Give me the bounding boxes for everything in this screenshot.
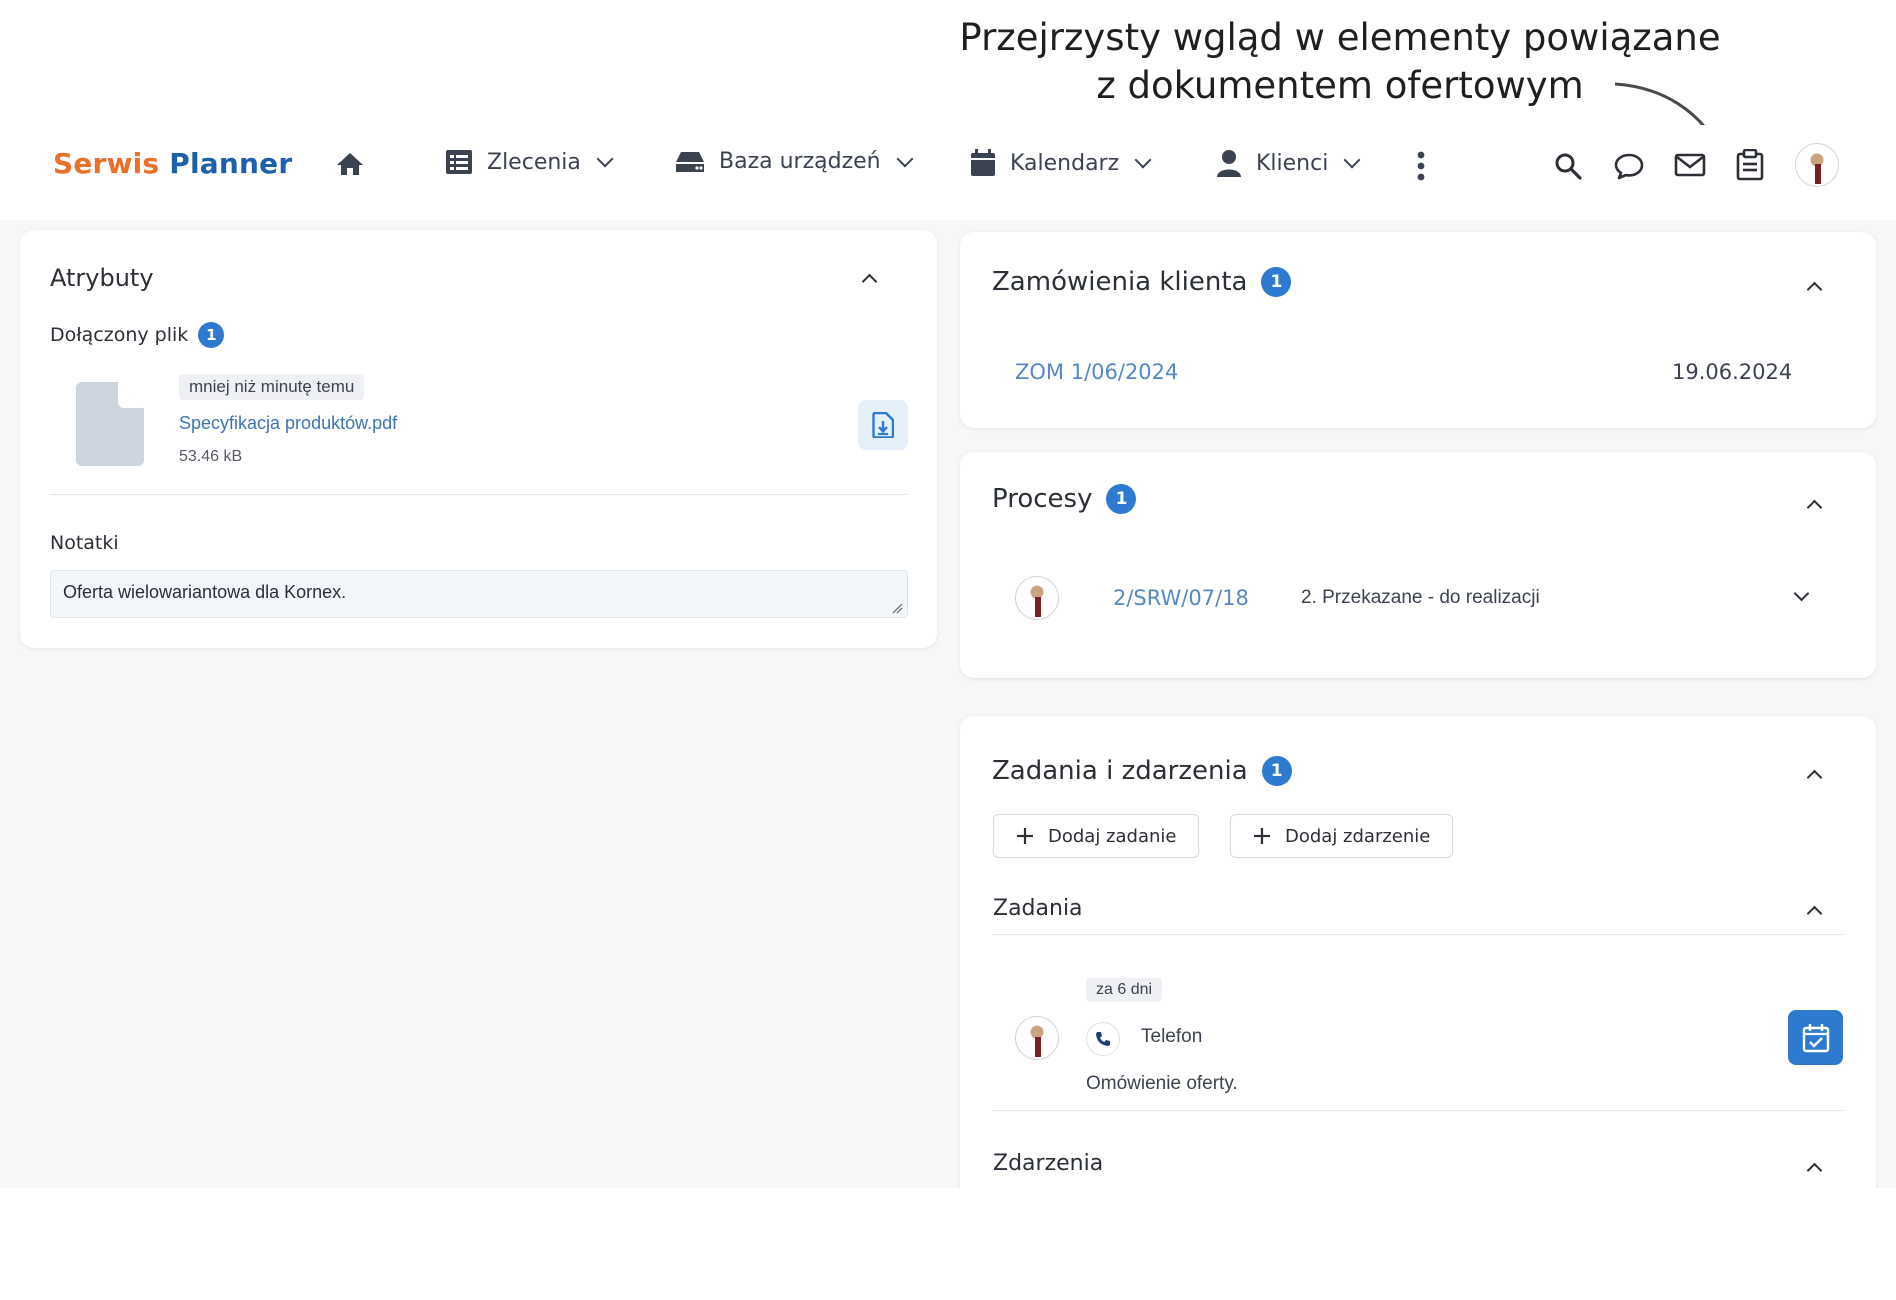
- add-event-button[interactable]: Dodaj zdarzenie: [1230, 814, 1454, 858]
- search-button[interactable]: [1554, 152, 1582, 185]
- order-date: 19.06.2024: [1672, 360, 1793, 384]
- tasks-button[interactable]: [1736, 148, 1764, 186]
- logo-part-planner: Planner: [169, 147, 293, 180]
- file-download-icon: [872, 412, 894, 438]
- tasks-events-card: Zadania i zdarzenia 1 Dodaj zadanie Doda…: [960, 716, 1876, 1216]
- calendar-icon: [971, 149, 995, 176]
- plus-icon: [1017, 828, 1033, 844]
- collapse-tasks-icon[interactable]: [1806, 905, 1823, 922]
- device-icon: [676, 151, 704, 172]
- top-navigation: Serwis Planner Zlecenia Baza urządzeń Ka…: [0, 125, 1896, 220]
- attached-file-header: Dołączony plik 1: [50, 322, 225, 348]
- process-code-link[interactable]: 2/SRW/07/18: [1113, 586, 1249, 610]
- attached-file-count-badge: 1: [198, 322, 225, 348]
- bottom-margin: [0, 1188, 1896, 1300]
- main-content: Atrybuty Dołączony plik 1 mniej niż minu…: [0, 220, 1896, 1216]
- task-type-badge: [1086, 1022, 1120, 1056]
- collapse-orders-icon[interactable]: [1806, 281, 1823, 298]
- collapse-tasks-events-icon[interactable]: [1806, 769, 1823, 786]
- task-assignee-avatar: [1015, 1016, 1059, 1060]
- list-icon: [446, 150, 472, 174]
- processes-title: Procesy 1: [992, 484, 1137, 514]
- file-time-chip: mniej niż minutę temu: [179, 374, 365, 400]
- processes-title-text: Procesy: [992, 484, 1093, 514]
- task-description: Omówienie oferty.: [1086, 1073, 1238, 1094]
- tasks-events-count-badge: 1: [1261, 756, 1292, 786]
- nav-home[interactable]: [335, 151, 365, 177]
- events-subsection-label: Zdarzenia: [993, 1151, 1104, 1176]
- add-task-button[interactable]: Dodaj zadanie: [993, 814, 1200, 858]
- divider: [50, 494, 908, 495]
- tasks-events-title: Zadania i zdarzenia 1: [992, 756, 1292, 786]
- phone-icon: [1096, 1032, 1110, 1046]
- order-code-link[interactable]: ZOM 1/06/2024: [1015, 360, 1178, 384]
- customer-orders-title: Zamówienia klienta 1: [992, 267, 1292, 297]
- nav-item-label: Zlecenia: [487, 149, 581, 175]
- customer-orders-count-badge: 1: [1261, 267, 1292, 297]
- attributes-title: Atrybuty: [50, 264, 154, 292]
- add-task-label: Dodaj zadanie: [1048, 825, 1177, 847]
- collapse-attributes-icon[interactable]: [861, 273, 878, 290]
- nav-item-kalendarz[interactable]: Kalendarz: [970, 149, 1152, 177]
- attributes-card: Atrybuty Dołączony plik 1 mniej niż minu…: [20, 230, 937, 648]
- collapse-processes-icon[interactable]: [1806, 499, 1823, 516]
- process-status: 2. Przekazane - do realizacji: [1301, 587, 1540, 608]
- chevron-down-icon: [1134, 151, 1152, 169]
- customer-orders-title-text: Zamówienia klienta: [992, 267, 1248, 297]
- chevron-down-icon: [596, 150, 614, 168]
- process-assignee-avatar: [1015, 576, 1059, 620]
- collapse-events-icon[interactable]: [1806, 1162, 1823, 1179]
- add-event-label: Dodaj zdarzenie: [1285, 825, 1431, 847]
- customer-orders-card: Zamówienia klienta 1 ZOM 1/06/2024 19.06…: [960, 232, 1876, 428]
- user-icon: [1217, 150, 1241, 177]
- attached-file-label: Dołączony plik: [50, 324, 189, 346]
- nav-item-label: Kalendarz: [1010, 150, 1120, 176]
- notes-value: Oferta wielowariantowa dla Kornex.: [63, 582, 347, 602]
- home-icon: [337, 153, 363, 175]
- search-icon: [1555, 153, 1582, 180]
- logo-part-serwis: Serwis: [53, 147, 160, 180]
- expand-process-icon[interactable]: [1793, 585, 1810, 602]
- chat-icon: [1614, 153, 1644, 180]
- complete-task-button[interactable]: [1788, 1010, 1843, 1065]
- nav-item-zlecenia[interactable]: Zlecenia: [445, 149, 614, 175]
- mail-button[interactable]: [1674, 152, 1706, 183]
- download-file-button[interactable]: [858, 400, 908, 450]
- file-size: 53.46 kB: [179, 448, 243, 465]
- nav-item-klienci[interactable]: Klienci: [1216, 149, 1361, 177]
- nav-item-label: Klienci: [1256, 150, 1329, 176]
- chat-button[interactable]: [1614, 152, 1644, 185]
- divider: [993, 934, 1843, 935]
- resize-handle-icon[interactable]: [891, 602, 903, 614]
- more-vertical-icon: [1417, 151, 1425, 181]
- user-avatar[interactable]: [1795, 143, 1839, 187]
- task-due-chip: za 6 dni: [1086, 978, 1163, 1002]
- mail-icon: [1674, 153, 1706, 177]
- tasks-subsection-label: Zadania: [993, 896, 1083, 921]
- more-menu-button[interactable]: [1416, 151, 1426, 186]
- divider: [993, 1110, 1843, 1111]
- chevron-down-icon: [896, 150, 914, 167]
- task-type-label: Telefon: [1141, 1026, 1203, 1047]
- headline-line-1: Przejrzysty wgląd w elementy powiązane: [959, 16, 1721, 59]
- plus-icon: [1254, 828, 1270, 844]
- app-logo[interactable]: Serwis Planner: [53, 147, 292, 180]
- calendar-check-icon: [1802, 1023, 1829, 1052]
- tasks-events-title-text: Zadania i zdarzenia: [992, 756, 1248, 786]
- chevron-down-icon: [1343, 151, 1361, 169]
- processes-count-badge: 1: [1106, 484, 1137, 514]
- document-file-icon: [76, 382, 144, 466]
- nav-item-label: Baza urządzeń: [719, 149, 881, 174]
- notes-label: Notatki: [50, 532, 119, 554]
- nav-item-baza-urzadzen[interactable]: Baza urządzeń: [675, 149, 914, 174]
- file-name-link[interactable]: Specyfikacja produktów.pdf: [179, 413, 397, 434]
- clipboard-icon: [1736, 148, 1764, 181]
- processes-card: Procesy 1 2/SRW/07/18 2. Przekazane - do…: [960, 452, 1876, 678]
- notes-textarea[interactable]: Oferta wielowariantowa dla Kornex.: [50, 570, 908, 618]
